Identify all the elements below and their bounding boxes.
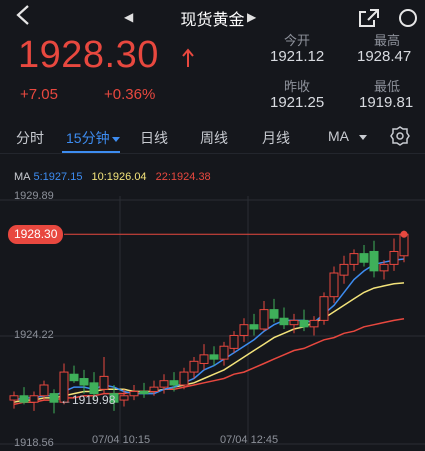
candlestick-chart[interactable] <box>0 0 425 451</box>
ma22-line <box>13 317 405 406</box>
candle-body <box>219 345 229 360</box>
candle-body <box>299 319 309 328</box>
candle-body <box>179 371 189 386</box>
candle-body <box>209 354 219 360</box>
candle-body <box>79 378 89 386</box>
candle-body <box>49 393 59 403</box>
candle-body <box>319 296 329 321</box>
candle-body <box>239 324 249 336</box>
current-price-tag: 1928.30 <box>8 224 64 244</box>
candle-body <box>39 384 49 397</box>
candle-body <box>379 263 389 272</box>
candle-body <box>19 395 29 403</box>
candle-body <box>139 390 149 395</box>
candle-body <box>249 324 259 330</box>
candle-body <box>359 253 369 263</box>
y-axis-top: 1929.89 <box>14 190 54 202</box>
candle-body <box>129 390 139 397</box>
candle-body <box>269 309 279 319</box>
candle-body <box>259 309 269 330</box>
low-price-marker: ←1919.98 <box>60 393 116 407</box>
candle-body <box>29 395 39 403</box>
x-axis-label-1: 07/04 10:15 <box>92 434 151 446</box>
candle-body <box>189 360 199 373</box>
candle-body <box>69 373 79 382</box>
y-axis-mid: 1924.22 <box>14 329 54 341</box>
y-axis-bottom: 1918.56 <box>14 437 54 449</box>
candle-body <box>389 250 399 265</box>
candle-body <box>339 263 349 276</box>
x-axis-label-2: 07/04 12:45 <box>220 434 279 446</box>
candle-body <box>349 253 359 265</box>
candle-body <box>279 317 289 326</box>
candle-body <box>159 380 169 388</box>
candle-body <box>199 354 209 364</box>
ma10-line <box>13 282 405 403</box>
candle-body <box>329 272 339 298</box>
candle-body <box>309 319 319 328</box>
candle-body <box>229 334 239 349</box>
candle-body <box>9 395 19 401</box>
current-price-dot <box>400 230 408 238</box>
candle-body <box>169 380 179 386</box>
candle-body <box>99 375 109 390</box>
candle-body <box>289 319 299 326</box>
candle-body <box>149 386 159 392</box>
candle-body <box>119 395 129 401</box>
candle-body <box>89 382 99 395</box>
candle-body <box>369 250 379 272</box>
